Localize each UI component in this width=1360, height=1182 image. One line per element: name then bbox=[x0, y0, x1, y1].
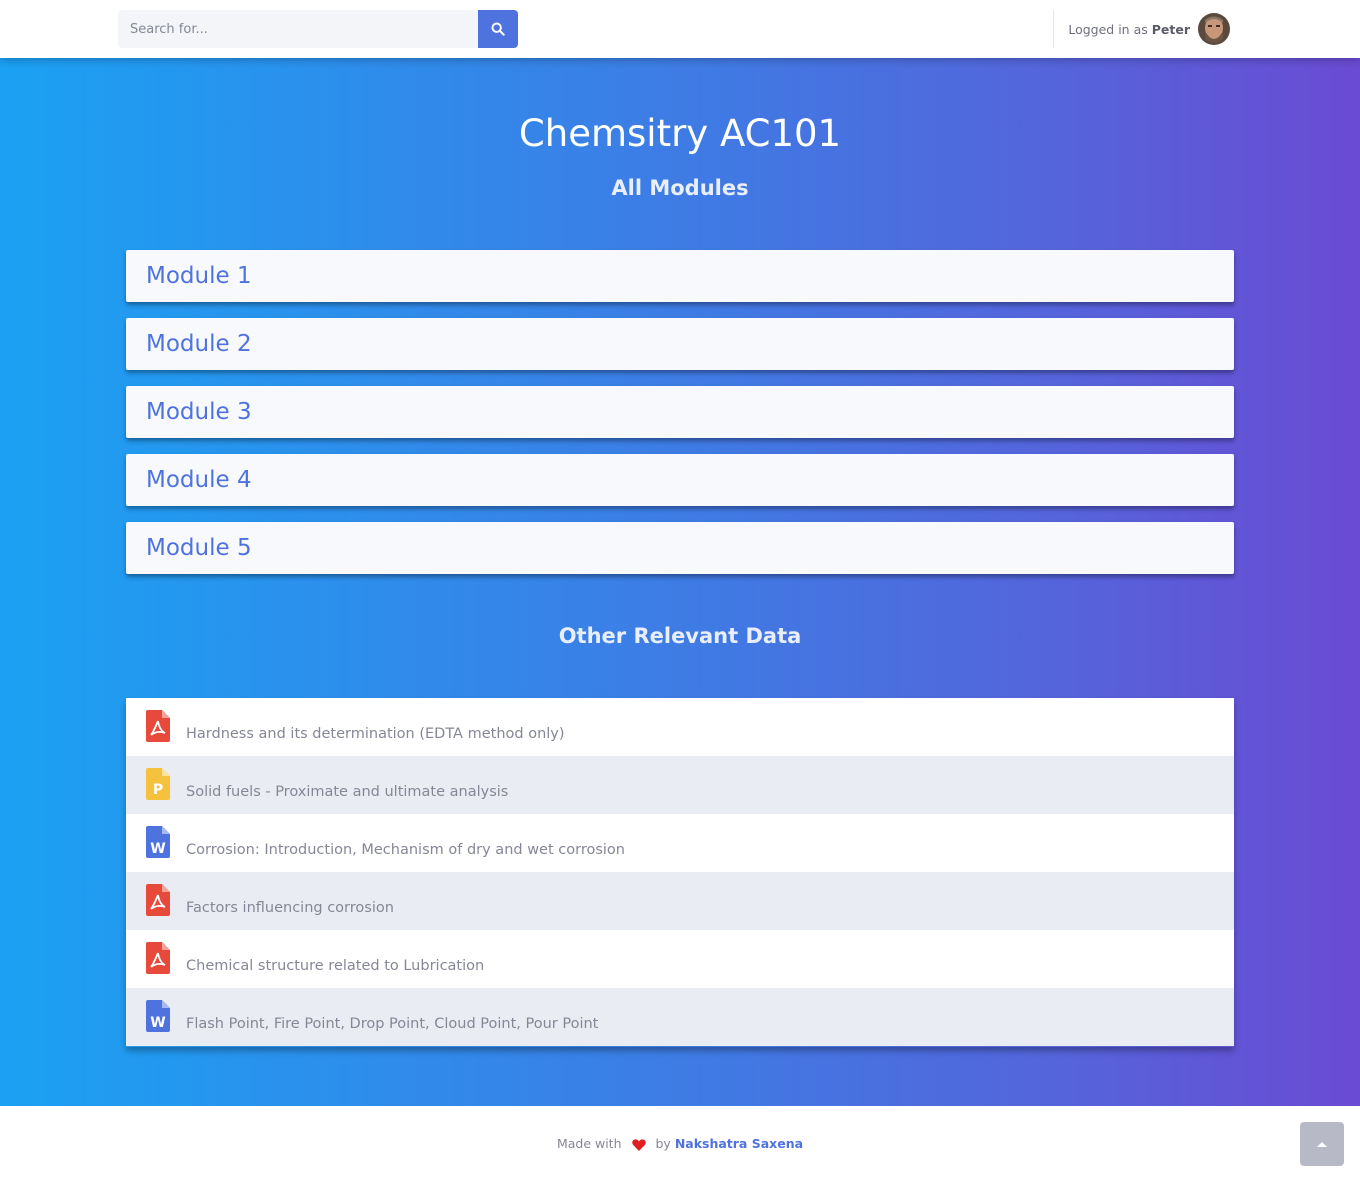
svg-text:W: W bbox=[150, 1015, 165, 1031]
file-item[interactable]: Chemical structure related to Lubricatio… bbox=[126, 930, 1234, 988]
file-item[interactable]: Factors influencing corrosion bbox=[126, 872, 1234, 930]
avatar[interactable] bbox=[1198, 13, 1230, 45]
module-card-4[interactable]: Module 4 bbox=[126, 454, 1234, 506]
file-pdf-icon bbox=[146, 710, 170, 742]
author-link[interactable]: Nakshatra Saxena bbox=[675, 1136, 803, 1151]
chevron-up-icon bbox=[1317, 1142, 1327, 1147]
search-button[interactable] bbox=[478, 10, 518, 48]
module-label: Module 1 bbox=[146, 263, 252, 289]
file-pdf-icon bbox=[146, 942, 170, 974]
module-card-1[interactable]: Module 1 bbox=[126, 250, 1234, 302]
file-item[interactable]: W Corrosion: Introduction, Mechanism of … bbox=[126, 814, 1234, 872]
topbar-divider bbox=[1053, 10, 1054, 48]
file-list: Hardness and its determination (EDTA met… bbox=[126, 698, 1234, 1047]
file-name: Flash Point, Fire Point, Drop Point, Clo… bbox=[186, 1016, 599, 1032]
user-name: Peter bbox=[1151, 21, 1190, 37]
file-item[interactable]: Hardness and its determination (EDTA met… bbox=[126, 698, 1234, 756]
search-icon bbox=[491, 22, 505, 36]
heart-icon bbox=[631, 1138, 646, 1151]
file-name: Hardness and its determination (EDTA met… bbox=[186, 726, 565, 742]
svg-text:W: W bbox=[150, 841, 165, 857]
avatar-image bbox=[1198, 13, 1230, 45]
module-label: Module 2 bbox=[146, 331, 252, 357]
file-powerpoint-icon: P bbox=[146, 768, 170, 800]
file-item[interactable]: W Flash Point, Fire Point, Drop Point, C… bbox=[126, 988, 1234, 1046]
module-card-2[interactable]: Module 2 bbox=[126, 318, 1234, 370]
file-name: Solid fuels - Proximate and ultimate ana… bbox=[186, 784, 509, 800]
file-name: Chemical structure related to Lubricatio… bbox=[186, 958, 485, 974]
module-card-3[interactable]: Module 3 bbox=[126, 386, 1234, 438]
other-data-heading: Other Relevant Data bbox=[558, 624, 802, 648]
file-pdf-icon bbox=[146, 884, 170, 916]
svg-text:P: P bbox=[153, 782, 163, 798]
file-item[interactable]: P Solid fuels - Proximate and ultimate a… bbox=[126, 756, 1234, 814]
footer: Made with by Nakshatra Saxena bbox=[0, 1106, 1360, 1182]
topbar: Logged in as Peter bbox=[0, 0, 1360, 58]
file-word-icon: W bbox=[146, 1000, 170, 1032]
user-menu[interactable]: Logged in as Peter bbox=[1068, 13, 1230, 45]
user-label: Logged in as Peter bbox=[1068, 22, 1190, 37]
by-text: by bbox=[655, 1136, 671, 1151]
file-name: Factors influencing corrosion bbox=[186, 900, 394, 916]
search-input[interactable] bbox=[118, 10, 478, 48]
module-card-5[interactable]: Module 5 bbox=[126, 522, 1234, 574]
modules-heading: All Modules bbox=[611, 176, 749, 200]
course-hero: Chemsitry AC101 All Modules Module 1 Mod… bbox=[0, 58, 1360, 1106]
footer-credit: Made with by Nakshatra Saxena bbox=[0, 1136, 1360, 1151]
module-label: Module 4 bbox=[146, 467, 252, 493]
module-label: Module 5 bbox=[146, 535, 252, 561]
made-with-text: Made with bbox=[556, 1136, 622, 1151]
file-word-icon: W bbox=[146, 826, 170, 858]
user-prefix: Logged in as bbox=[1068, 21, 1148, 37]
module-label: Module 3 bbox=[146, 399, 252, 425]
search-form bbox=[118, 10, 518, 48]
page-title: Chemsitry AC101 bbox=[518, 112, 842, 155]
scroll-to-top-button[interactable] bbox=[1300, 1122, 1344, 1166]
file-name: Corrosion: Introduction, Mechanism of dr… bbox=[186, 842, 625, 858]
